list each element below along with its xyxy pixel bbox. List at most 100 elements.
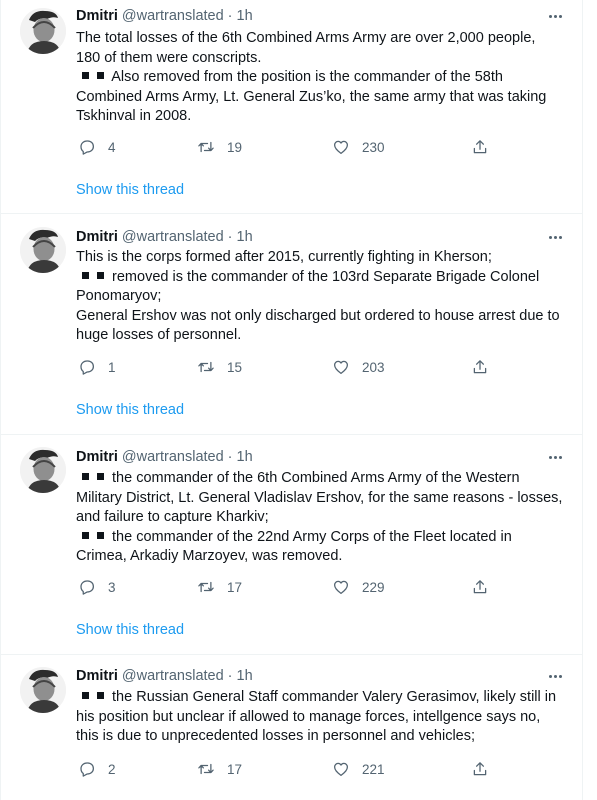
tweet-header: Dmitri @wartranslated · 1h xyxy=(76,227,253,247)
like-icon xyxy=(332,760,350,778)
reply-count: 1 xyxy=(108,359,116,375)
tweet-header: Dmitri @wartranslated · 1h xyxy=(76,6,253,26)
tweet-line-text: removed is the commander of the 103rd Se… xyxy=(112,268,540,285)
retweet-count: 17 xyxy=(227,579,243,595)
more-icon[interactable] xyxy=(546,667,564,685)
tweet-line: Tskhinval in 2008. xyxy=(76,108,192,124)
author-handle[interactable]: @wartranslated xyxy=(122,229,224,245)
like-button[interactable]: 203 xyxy=(332,357,385,377)
tweet-line: The total losses of the 6th Combined Arm… xyxy=(76,30,536,46)
like-count: 229 xyxy=(362,579,385,595)
share-button[interactable] xyxy=(471,577,489,597)
show-thread-link[interactable]: Show this thread xyxy=(76,402,184,418)
more-icon[interactable] xyxy=(546,228,564,246)
tweet[interactable]: Dmitri @wartranslated · 1h The total los… xyxy=(1,0,582,214)
tweet-line-text: the Russian General Staff commander Vale… xyxy=(112,689,557,705)
tweet-header: Dmitri @wartranslated · 1h xyxy=(76,666,253,686)
reply-icon xyxy=(78,358,96,376)
reply-count: 2 xyxy=(108,761,116,777)
author-name[interactable]: Dmitri xyxy=(76,8,118,24)
action-bar: 1 15 203 xyxy=(76,357,496,377)
tweet-line-bulleted: the Russian General Staff commander Vale… xyxy=(76,688,571,708)
show-thread-link[interactable]: Show this thread xyxy=(76,622,184,638)
reply-button[interactable]: 1 xyxy=(78,357,116,377)
more-icon[interactable] xyxy=(546,7,564,25)
retweet-count: 19 xyxy=(227,139,243,155)
square-bullet-icon xyxy=(97,692,104,699)
reply-icon xyxy=(78,760,96,778)
like-icon xyxy=(332,578,350,596)
square-bullet-icon xyxy=(97,271,104,279)
action-bar: 3 17 229 xyxy=(76,577,496,597)
tweet-text: This is the corps formed after 2015, cur… xyxy=(76,248,571,346)
square-bullet-icon xyxy=(97,473,104,480)
reply-count: 3 xyxy=(108,579,116,595)
timestamp[interactable]: 1h xyxy=(237,668,253,684)
retweet-button[interactable]: 15 xyxy=(197,357,242,377)
retweet-icon xyxy=(197,358,215,376)
action-bar: 2 17 221 xyxy=(76,759,496,779)
avatar[interactable] xyxy=(20,667,66,713)
author-handle[interactable]: @wartranslated xyxy=(122,668,224,684)
like-button[interactable]: 229 xyxy=(332,577,385,597)
tweet[interactable]: Dmitri @wartranslated · 1h This is the c… xyxy=(1,215,582,435)
share-icon xyxy=(471,760,489,778)
author-handle[interactable]: @wartranslated xyxy=(122,8,224,24)
more-icon[interactable] xyxy=(546,448,564,466)
like-button[interactable]: 230 xyxy=(332,137,385,157)
like-count: 230 xyxy=(362,139,385,155)
square-bullet-icon xyxy=(82,531,89,539)
tweet-line-bulleted: the commander of the 6th Combined Arms A… xyxy=(76,469,571,489)
author-name[interactable]: Dmitri xyxy=(76,449,118,465)
tweet-line: and failure to capture Kharkiv; xyxy=(76,509,269,525)
share-button[interactable] xyxy=(471,137,489,157)
tweet-line: This is the corps formed after 2015, cur… xyxy=(76,249,492,265)
tweet-line: Ponomaryov; xyxy=(76,288,162,304)
retweet-count: 15 xyxy=(227,359,243,375)
author-handle[interactable]: @wartranslated xyxy=(122,449,224,465)
square-bullet-icon xyxy=(82,473,89,480)
like-count: 221 xyxy=(362,761,385,777)
share-button[interactable] xyxy=(471,759,489,779)
timestamp[interactable]: 1h xyxy=(237,449,253,465)
tweet-line-bulleted: Also removed from the position is the co… xyxy=(76,68,571,88)
avatar[interactable] xyxy=(20,227,66,273)
like-icon xyxy=(332,138,350,156)
tweet[interactable]: Dmitri @wartranslated · 1h the Russian G… xyxy=(1,656,582,800)
tweet[interactable]: Dmitri @wartranslated · 1h the commander… xyxy=(1,436,582,655)
reply-count: 4 xyxy=(108,139,116,155)
retweet-icon xyxy=(197,138,215,156)
retweet-button[interactable]: 17 xyxy=(197,759,242,779)
author-name[interactable]: Dmitri xyxy=(76,668,118,684)
separator-dot: · xyxy=(227,668,233,684)
reply-icon xyxy=(78,578,96,596)
tweet-line: Combined Arms Army, Lt. General Zus’ko, … xyxy=(76,88,547,105)
reply-button[interactable]: 2 xyxy=(78,759,116,779)
reply-button[interactable]: 3 xyxy=(78,577,116,597)
show-thread-link[interactable]: Show this thread xyxy=(76,182,184,198)
reply-button[interactable]: 4 xyxy=(78,137,116,157)
reply-icon xyxy=(78,138,96,156)
separator-dot: · xyxy=(227,449,233,465)
retweet-icon xyxy=(197,578,215,596)
action-bar: 4 19 230 xyxy=(76,137,496,157)
tweet-line-text: Also removed from the position is the co… xyxy=(111,69,503,85)
avatar[interactable] xyxy=(20,8,66,54)
tweet-line: huge losses of personnel. xyxy=(76,327,242,343)
retweet-button[interactable]: 17 xyxy=(197,577,242,597)
tweet-line: his position but unclear if allowed to m… xyxy=(76,708,541,725)
share-icon xyxy=(471,358,489,376)
like-button[interactable]: 221 xyxy=(332,759,385,779)
tweet-line: this is due to unprecedented losses in p… xyxy=(76,728,476,744)
share-icon xyxy=(471,138,489,156)
retweet-button[interactable]: 19 xyxy=(197,137,242,157)
square-bullet-icon xyxy=(82,271,89,279)
tweet-header: Dmitri @wartranslated · 1h xyxy=(76,447,253,467)
timestamp[interactable]: 1h xyxy=(237,8,253,24)
tweet-line: 180 of them were conscripts. xyxy=(76,49,262,66)
share-button[interactable] xyxy=(471,357,489,377)
author-name[interactable]: Dmitri xyxy=(76,229,118,245)
square-bullet-icon xyxy=(82,72,89,79)
timestamp[interactable]: 1h xyxy=(237,229,253,245)
avatar[interactable] xyxy=(20,447,66,493)
